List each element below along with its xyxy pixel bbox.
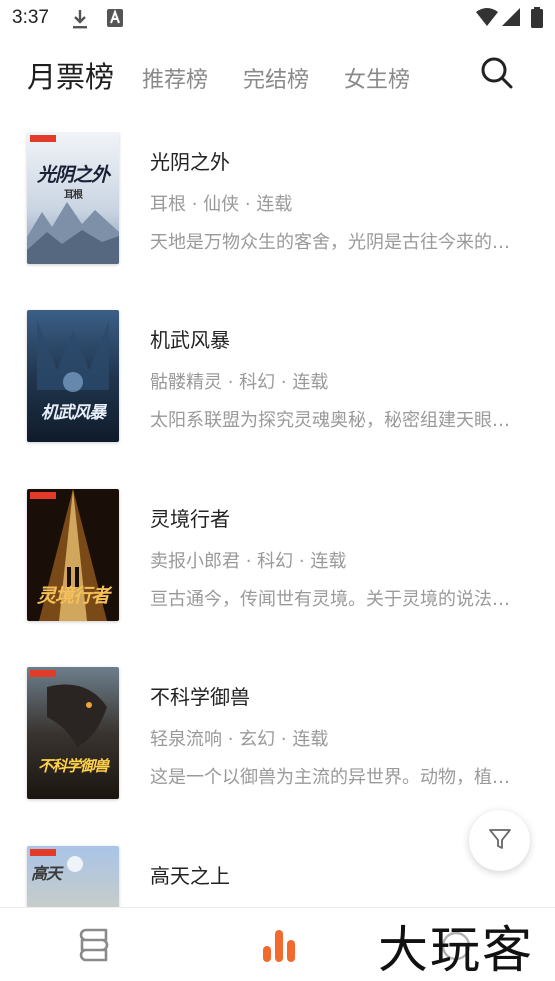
book-description: 亘古通今，传闻世有灵境。关于灵境的说法众多。	[150, 589, 524, 610]
cover-title: 机武风暴	[41, 403, 106, 423]
cover-title: 高天	[31, 864, 62, 883]
tab-recommend[interactable]: 推荐榜	[142, 62, 208, 94]
status-bar: 3:37	[0, 0, 555, 38]
book-list: 光阴之外 耳根 光阴之外 耳根 · 仙侠 · 连载 天地是万物众生的客舍，光阴是…	[0, 132, 555, 907]
book-title: 机武风暴	[150, 328, 230, 352]
search-icon	[478, 57, 516, 96]
watermark: 大玩客	[378, 921, 534, 979]
book-description: 天地是万物众生的客舍，光阴是古往今来的过客。	[150, 232, 524, 253]
book-meta: 轻泉流响 · 玄幻 · 连载	[150, 729, 329, 750]
ranking-tabs: 月票榜 推荐榜 完结榜 女生榜	[0, 46, 555, 106]
book-item[interactable]: 不科学御兽 不科学御兽 轻泉流响 · 玄幻 · 连载 这是一个以御兽为主流的异世…	[0, 667, 555, 801]
book-meta: 卖报小郎君 · 科幻 · 连载	[150, 551, 347, 572]
tab-female[interactable]: 女生榜	[344, 62, 410, 94]
book-cover: 高天	[27, 846, 119, 907]
cover-title: 灵境行者	[36, 585, 110, 607]
search-button[interactable]	[478, 54, 516, 92]
book-title: 不科学御兽	[150, 685, 250, 709]
book-item[interactable]: 灵境行者 灵境行者 卖报小郎君 · 科幻 · 连载 亘古通今，传闻世有灵境。关于…	[0, 489, 555, 623]
book-title: 光阴之外	[150, 150, 230, 174]
a-notification-icon	[107, 9, 123, 27]
filter-button[interactable]	[469, 810, 530, 871]
book-cover: 不科学御兽	[27, 667, 119, 799]
book-cover: 机武风暴	[27, 310, 119, 442]
book-cover: 灵境行者	[27, 489, 119, 621]
book-title: 高天之上	[150, 864, 230, 888]
cover-title: 不科学御兽	[37, 757, 109, 775]
bar-chart-icon	[262, 930, 296, 966]
battery-icon	[531, 7, 543, 28]
nav-bookshelf[interactable]	[78, 928, 110, 966]
book-description: 太阳系联盟为探究灵魂奥秘，秘密组建天眼计划。	[150, 410, 524, 431]
book-meta: 骷髅精灵 · 科幻 · 连载	[150, 372, 329, 393]
bookshelf-icon	[78, 928, 110, 966]
download-icon	[72, 9, 88, 29]
book-item[interactable]: 光阴之外 耳根 光阴之外 耳根 · 仙侠 · 连载 天地是万物众生的客舍，光阴是…	[0, 132, 555, 266]
book-meta: 耳根 · 仙侠 · 连载	[150, 194, 293, 215]
tab-completed[interactable]: 完结榜	[243, 62, 309, 94]
tab-monthly-ticket[interactable]: 月票榜	[27, 54, 114, 96]
book-cover: 光阴之外 耳根	[27, 132, 119, 264]
book-description: 这是一个以御兽为主流的异世界。动物，植物都能契约。	[150, 767, 524, 788]
filter-icon	[487, 826, 513, 856]
book-title: 灵境行者	[150, 507, 230, 531]
signal-icon	[502, 8, 520, 26]
bottom-nav: 大玩客	[0, 907, 555, 981]
book-item[interactable]: 机武风暴 机武风暴 骷髅精灵 · 科幻 · 连载 太阳系联盟为探究灵魂奥秘，秘密…	[0, 310, 555, 444]
cover-title: 光阴之外	[36, 164, 110, 186]
wifi-icon	[476, 8, 498, 26]
status-time: 3:37	[12, 7, 49, 28]
nav-ranking[interactable]	[262, 930, 296, 966]
cover-author: 耳根	[64, 190, 83, 201]
